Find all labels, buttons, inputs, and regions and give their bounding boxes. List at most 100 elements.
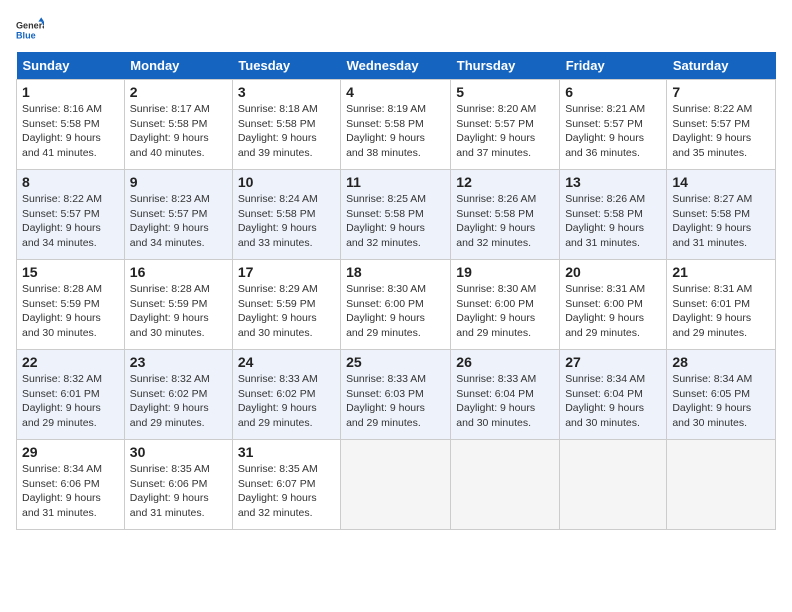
day-info: Sunrise: 8:31 AMSunset: 6:01 PMDaylight:… — [672, 283, 752, 339]
calendar-table: Sunday Monday Tuesday Wednesday Thursday… — [16, 52, 776, 530]
logo-icon: General Blue — [16, 16, 44, 44]
day-info: Sunrise: 8:20 AMSunset: 5:57 PMDaylight:… — [456, 103, 536, 159]
day-info: Sunrise: 8:33 AMSunset: 6:03 PMDaylight:… — [346, 373, 426, 429]
table-row: 22 Sunrise: 8:32 AMSunset: 6:01 PMDayligh… — [17, 350, 125, 440]
week-row: 15 Sunrise: 8:28 AMSunset: 5:59 PMDayligh… — [17, 260, 776, 350]
table-row: 14Sunrise: 8:27 AMSunset: 5:58 PMDayligh… — [667, 170, 776, 260]
day-info: Sunrise: 8:22 AMSunset: 5:57 PMDaylight:… — [22, 193, 102, 249]
table-row: 12Sunrise: 8:26 AMSunset: 5:58 PMDayligh… — [451, 170, 560, 260]
day-number: 9 — [130, 174, 227, 190]
day-number: 30 — [130, 444, 227, 460]
day-info: Sunrise: 8:26 AMSunset: 5:58 PMDaylight:… — [565, 193, 645, 249]
table-row: 20Sunrise: 8:31 AMSunset: 6:00 PMDayligh… — [560, 260, 667, 350]
table-row: 25 Sunrise: 8:33 AMSunset: 6:03 PMDayligh… — [341, 350, 451, 440]
table-row — [451, 440, 560, 530]
day-info: Sunrise: 8:33 AMSunset: 6:04 PMDaylight:… — [456, 373, 536, 429]
day-info: Sunrise: 8:32 AMSunset: 6:01 PMDaylight:… — [22, 373, 102, 429]
day-info: Sunrise: 8:16 AMSunset: 5:58 PMDaylight:… — [22, 103, 102, 159]
day-number: 23 — [130, 354, 227, 370]
table-row: 17Sunrise: 8:29 AMSunset: 5:59 PMDayligh… — [232, 260, 340, 350]
col-tuesday: Tuesday — [232, 52, 340, 80]
svg-text:General: General — [16, 21, 44, 31]
table-row: 5 Sunrise: 8:20 AMSunset: 5:57 PMDaylight… — [451, 80, 560, 170]
day-number: 25 — [346, 354, 445, 370]
day-number: 21 — [672, 264, 770, 280]
day-number: 2 — [130, 84, 227, 100]
table-row: 18 Sunrise: 8:30 AMSunset: 6:00 PMDayligh… — [341, 260, 451, 350]
day-info: Sunrise: 8:35 AMSunset: 6:07 PMDaylight:… — [238, 463, 318, 519]
table-row: 7 Sunrise: 8:22 AMSunset: 5:57 PMDaylight… — [667, 80, 776, 170]
day-info: Sunrise: 8:17 AMSunset: 5:58 PMDaylight:… — [130, 103, 210, 159]
day-number: 29 — [22, 444, 119, 460]
day-info: Sunrise: 8:32 AMSunset: 6:02 PMDaylight:… — [130, 373, 210, 429]
day-number: 6 — [565, 84, 661, 100]
col-wednesday: Wednesday — [341, 52, 451, 80]
day-info: Sunrise: 8:34 AMSunset: 6:05 PMDaylight:… — [672, 373, 752, 429]
day-info: Sunrise: 8:30 AMSunset: 6:00 PMDaylight:… — [346, 283, 426, 339]
week-row: 29 Sunrise: 8:34 AMSunset: 6:06 PMDayligh… — [17, 440, 776, 530]
day-info: Sunrise: 8:23 AMSunset: 5:57 PMDaylight:… — [130, 193, 210, 249]
day-number: 18 — [346, 264, 445, 280]
table-row: 15 Sunrise: 8:28 AMSunset: 5:59 PMDayligh… — [17, 260, 125, 350]
day-info: Sunrise: 8:34 AMSunset: 6:06 PMDaylight:… — [22, 463, 102, 519]
table-row: 1 Sunrise: 8:16 AMSunset: 5:58 PMDaylight… — [17, 80, 125, 170]
day-info: Sunrise: 8:28 AMSunset: 5:59 PMDaylight:… — [22, 283, 102, 339]
table-row: 26 Sunrise: 8:33 AMSunset: 6:04 PMDayligh… — [451, 350, 560, 440]
day-info: Sunrise: 8:28 AMSunset: 5:59 PMDaylight:… — [130, 283, 210, 339]
table-row: 21 Sunrise: 8:31 AMSunset: 6:01 PMDayligh… — [667, 260, 776, 350]
header-row: Sunday Monday Tuesday Wednesday Thursday… — [17, 52, 776, 80]
day-number: 8 — [22, 174, 119, 190]
day-number: 7 — [672, 84, 770, 100]
day-number: 31 — [238, 444, 335, 460]
day-info: Sunrise: 8:26 AMSunset: 5:58 PMDaylight:… — [456, 193, 536, 249]
day-info: Sunrise: 8:21 AMSunset: 5:57 PMDaylight:… — [565, 103, 645, 159]
table-row: 8 Sunrise: 8:22 AMSunset: 5:57 PMDaylight… — [17, 170, 125, 260]
table-row: 29 Sunrise: 8:34 AMSunset: 6:06 PMDayligh… — [17, 440, 125, 530]
week-row: 22 Sunrise: 8:32 AMSunset: 6:01 PMDayligh… — [17, 350, 776, 440]
day-number: 16 — [130, 264, 227, 280]
day-number: 15 — [22, 264, 119, 280]
table-row — [341, 440, 451, 530]
day-info: Sunrise: 8:35 AMSunset: 6:06 PMDaylight:… — [130, 463, 210, 519]
col-thursday: Thursday — [451, 52, 560, 80]
week-row: 1 Sunrise: 8:16 AMSunset: 5:58 PMDaylight… — [17, 80, 776, 170]
day-number: 10 — [238, 174, 335, 190]
day-number: 11 — [346, 174, 445, 190]
col-friday: Friday — [560, 52, 667, 80]
table-row: 3 Sunrise: 8:18 AMSunset: 5:58 PMDaylight… — [232, 80, 340, 170]
day-number: 24 — [238, 354, 335, 370]
table-row: 23 Sunrise: 8:32 AMSunset: 6:02 PMDayligh… — [124, 350, 232, 440]
table-row: 28Sunrise: 8:34 AMSunset: 6:05 PMDayligh… — [667, 350, 776, 440]
table-row: 11 Sunrise: 8:25 AMSunset: 5:58 PMDayligh… — [341, 170, 451, 260]
day-number: 14 — [672, 174, 770, 190]
day-number: 13 — [565, 174, 661, 190]
day-info: Sunrise: 8:25 AMSunset: 5:58 PMDaylight:… — [346, 193, 426, 249]
col-monday: Monday — [124, 52, 232, 80]
logo: General Blue — [16, 16, 44, 44]
day-info: Sunrise: 8:33 AMSunset: 6:02 PMDaylight:… — [238, 373, 318, 429]
day-number: 27 — [565, 354, 661, 370]
day-number: 26 — [456, 354, 554, 370]
col-sunday: Sunday — [17, 52, 125, 80]
table-row — [667, 440, 776, 530]
day-info: Sunrise: 8:19 AMSunset: 5:58 PMDaylight:… — [346, 103, 426, 159]
col-saturday: Saturday — [667, 52, 776, 80]
day-number: 20 — [565, 264, 661, 280]
day-number: 22 — [22, 354, 119, 370]
week-row: 8 Sunrise: 8:22 AMSunset: 5:57 PMDaylight… — [17, 170, 776, 260]
day-number: 5 — [456, 84, 554, 100]
svg-text:Blue: Blue — [16, 30, 36, 40]
day-info: Sunrise: 8:22 AMSunset: 5:57 PMDaylight:… — [672, 103, 752, 159]
day-info: Sunrise: 8:34 AMSunset: 6:04 PMDaylight:… — [565, 373, 645, 429]
day-number: 3 — [238, 84, 335, 100]
day-info: Sunrise: 8:18 AMSunset: 5:58 PMDaylight:… — [238, 103, 318, 159]
day-number: 19 — [456, 264, 554, 280]
day-number: 1 — [22, 84, 119, 100]
table-row: 30 Sunrise: 8:35 AMSunset: 6:06 PMDayligh… — [124, 440, 232, 530]
table-row: 6 Sunrise: 8:21 AMSunset: 5:57 PMDaylight… — [560, 80, 667, 170]
day-number: 17 — [238, 264, 335, 280]
day-info: Sunrise: 8:30 AMSunset: 6:00 PMDaylight:… — [456, 283, 536, 339]
table-row: 4Sunrise: 8:19 AMSunset: 5:58 PMDaylight… — [341, 80, 451, 170]
table-row: 10 Sunrise: 8:24 AMSunset: 5:58 PMDayligh… — [232, 170, 340, 260]
day-info: Sunrise: 8:24 AMSunset: 5:58 PMDaylight:… — [238, 193, 318, 249]
